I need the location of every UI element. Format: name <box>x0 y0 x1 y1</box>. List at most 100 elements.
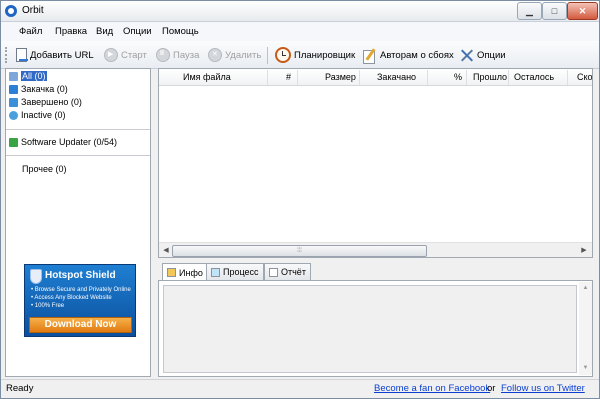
inactive-icon <box>9 110 18 120</box>
scroll-down-arrow-icon[interactable]: ▼ <box>581 364 590 373</box>
category-panel: All (0) Закачка (0) Завершено (0) Inacti… <box>5 68 151 377</box>
menu-edit[interactable]: Правка <box>55 26 87 37</box>
scheduler-button[interactable]: Планировщик <box>275 46 355 64</box>
column-filename[interactable]: Имя файла <box>183 72 231 82</box>
hotspot-shield-ad[interactable]: Hotspot Shield • Browse Secure and Priva… <box>24 264 136 337</box>
ad-download-button[interactable]: Download Now <box>29 317 132 333</box>
category-all[interactable]: All (0) <box>9 70 47 82</box>
column-divider[interactable] <box>567 70 568 85</box>
category-inactive-label: Inactive (0) <box>21 110 66 120</box>
category-downloading-label: Закачка (0) <box>21 84 68 94</box>
pause-label: Пауза <box>173 49 200 61</box>
column-divider[interactable] <box>427 70 428 85</box>
download-arrow-icon <box>9 84 18 94</box>
tab-info-label: Инфо <box>179 267 203 278</box>
column-divider[interactable] <box>297 70 298 85</box>
ad-line: • Browse Secure and Privately Online <box>31 287 131 293</box>
vertical-scrollbar[interactable]: ▲ ▼ <box>579 282 592 375</box>
delete-icon <box>208 48 222 62</box>
scrollbar-thumb[interactable]: ⦙⦙⦙ <box>172 245 427 257</box>
minimize-button[interactable]: ▁ <box>517 2 542 20</box>
column-speed[interactable]: Скор <box>577 72 592 82</box>
shield-icon <box>30 269 42 284</box>
menu-options[interactable]: Опции <box>123 26 152 37</box>
column-elapsed[interactable]: Прошло <box>473 72 507 82</box>
status-or-text: or <box>487 383 496 394</box>
column-downloaded[interactable]: Закачано <box>377 72 416 82</box>
scroll-up-arrow-icon[interactable]: ▲ <box>581 284 590 293</box>
category-other-label: Прочее (0) <box>22 164 67 174</box>
report-icon <box>269 267 278 277</box>
info-content <box>163 285 577 373</box>
category-completed-label: Завершено (0) <box>21 97 82 107</box>
tab-info[interactable]: Инфо <box>162 263 208 281</box>
category-software-updater-label: Software Updater (0/54) <box>21 137 118 147</box>
info-icon <box>167 268 176 277</box>
start-label: Старт <box>121 49 147 61</box>
list-header: Имя файла # Размер Закачано % Прошло Ост… <box>159 69 592 86</box>
toolbar-grip[interactable] <box>5 47 8 63</box>
report-bugs-button[interactable]: Авторам о сбоях <box>363 46 454 64</box>
menu-bar: Файл Правка Вид Опции Помощь <box>1 22 599 41</box>
play-icon <box>104 48 118 62</box>
app-window: Orbit ▁ □ ✕ Файл Правка Вид Опции Помощь… <box>0 0 600 399</box>
pen-icon <box>363 48 377 64</box>
scroll-right-arrow-icon[interactable]: ▶ <box>578 245 590 257</box>
tab-report-label: Отчёт <box>281 267 306 277</box>
category-other[interactable]: Прочее (0) <box>22 163 66 175</box>
tools-icon <box>460 48 474 62</box>
menu-help[interactable]: Помощь <box>162 26 199 37</box>
download-list[interactable]: Имя файла # Размер Закачано % Прошло Ост… <box>158 68 593 258</box>
ad-line: • 100% Free <box>31 303 65 309</box>
start-button[interactable]: Старт <box>104 46 147 64</box>
category-all-label: All (0) <box>21 71 47 81</box>
pause-button[interactable]: Пауза <box>156 46 199 64</box>
process-icon <box>211 267 220 277</box>
column-remaining[interactable]: Осталось <box>514 72 554 82</box>
status-bar: Ready Become a fan on Facebook or Follow… <box>1 379 599 398</box>
column-percent[interactable]: % <box>454 72 462 82</box>
toolbar: Добавить URL Старт Пауза Удалить Планиро… <box>1 41 599 69</box>
ad-line: • Access Any Blocked Website <box>31 295 112 301</box>
info-panel: ▲ ▼ <box>158 280 593 377</box>
column-divider[interactable] <box>508 70 509 85</box>
window-title: Orbit <box>22 5 44 16</box>
scroll-left-arrow-icon[interactable]: ◀ <box>160 245 172 257</box>
category-completed[interactable]: Завершено (0) <box>9 96 82 108</box>
title-bar[interactable]: Orbit ▁ □ ✕ <box>1 1 599 22</box>
completed-icon <box>9 97 18 107</box>
options-button[interactable]: Опции <box>460 46 506 64</box>
report-bugs-label: Авторам о сбоях <box>380 49 454 61</box>
add-url-icon <box>16 48 28 62</box>
status-text: Ready <box>6 383 34 394</box>
category-downloading[interactable]: Закачка (0) <box>9 83 68 95</box>
delete-button[interactable]: Удалить <box>208 46 261 64</box>
scheduler-label: Планировщик <box>294 49 356 61</box>
options-label: Опции <box>477 49 506 61</box>
orbit-logo-icon <box>5 5 17 17</box>
column-number[interactable]: # <box>286 72 291 82</box>
tab-process[interactable]: Процесс <box>206 263 264 280</box>
column-divider[interactable] <box>359 70 360 85</box>
column-size[interactable]: Размер <box>325 72 356 82</box>
close-button[interactable]: ✕ <box>567 2 598 20</box>
category-divider <box>6 129 150 130</box>
facebook-link[interactable]: Become a fan on Facebook <box>374 383 490 394</box>
column-divider[interactable] <box>466 70 467 85</box>
add-url-label: Добавить URL <box>30 49 94 61</box>
menu-view[interactable]: Вид <box>96 26 113 37</box>
tab-process-label: Процесс <box>223 267 259 277</box>
tab-report[interactable]: Отчёт <box>264 263 311 280</box>
twitter-link[interactable]: Follow us on Twitter <box>501 383 585 394</box>
add-url-button[interactable]: Добавить URL <box>16 46 94 64</box>
maximize-button[interactable]: □ <box>542 2 567 20</box>
toolbar-separator <box>267 47 268 64</box>
delete-label: Удалить <box>225 49 262 61</box>
clock-icon <box>275 47 291 63</box>
grid-icon <box>9 71 18 81</box>
category-inactive[interactable]: Inactive (0) <box>9 109 66 121</box>
category-software-updater[interactable]: Software Updater (0/54) <box>9 136 117 148</box>
menu-file[interactable]: Файл <box>19 26 42 37</box>
column-divider[interactable] <box>267 70 268 85</box>
horizontal-scrollbar[interactable]: ◀ ⦙⦙⦙ ▶ <box>159 242 592 257</box>
